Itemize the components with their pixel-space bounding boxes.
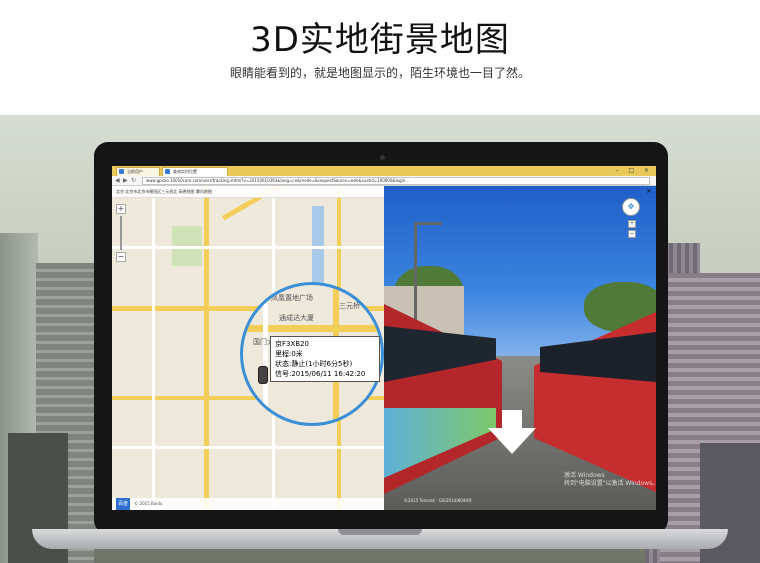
- laptop-screen: 当前用户 查询实时位置 – □ × ◀ ▶ ↻ www.gpsoo.10010c…: [112, 166, 656, 510]
- url-input[interactable]: www.gpsoo.10010care.com/user/tracking.sh…: [142, 177, 650, 185]
- browser-tabbar: 当前用户 查询实时位置 – □ ×: [112, 166, 656, 176]
- map-label-landmark: 凤凰置地广场: [271, 294, 313, 302]
- map-road: [263, 285, 268, 423]
- watermark-title: 激活 Windows: [564, 472, 605, 479]
- map-label-building: 通成达大厦: [279, 314, 314, 322]
- map-copyright: © 2015 Baidu: [134, 501, 163, 506]
- street-zoom-in-button[interactable]: +: [628, 220, 636, 228]
- browser-tab-active[interactable]: 查询实时位置: [162, 167, 228, 176]
- zoom-out-button[interactable]: −: [116, 252, 126, 262]
- street-lamp-arm: [414, 222, 442, 225]
- back-icon[interactable]: ◀: [115, 177, 120, 184]
- address-bar: ◀ ▶ ↻ www.gpsoo.10010care.com/user/track…: [112, 176, 656, 186]
- tab-favicon-icon: [165, 169, 170, 174]
- window-controls[interactable]: – □ ×: [615, 167, 653, 174]
- map-toolbar: 北京·北京市北京市朝阳区三元桥北 高德地图 腾讯地图: [112, 186, 384, 198]
- map-zoom-control: + −: [116, 204, 126, 262]
- page: 3D实地街景地图 眼睛能看到的，就是地图显示的，陌生环境也一目了然。 当前用户 …: [0, 0, 760, 563]
- vehicle-marker-icon[interactable]: [258, 366, 268, 384]
- map-footer: 百度 © 2015 Baidu: [112, 498, 384, 510]
- navigate-arrow-icon[interactable]: [488, 428, 536, 454]
- compass-icon[interactable]: ✥: [622, 198, 640, 216]
- mileage: 里程:0米: [275, 350, 303, 358]
- street-zoom-out-button[interactable]: −: [628, 230, 636, 238]
- street-copyright: ©2015 Tencent · GS(2014)6044号: [404, 498, 472, 503]
- map-road: [204, 186, 209, 510]
- street-zoom-control: + −: [628, 220, 636, 238]
- map-label-sanyuan: 三元桥: [339, 302, 360, 310]
- map-pane[interactable]: 北京·北京市北京市朝阳区三元桥北 高德地图 腾讯地图 + − 凤凰置地广场 三元…: [112, 186, 384, 510]
- reload-icon[interactable]: ↻: [131, 177, 136, 184]
- street-view-pane[interactable]: ✥ + − × 激活 Windows 转到"电脑设置"以激活 Windows。 …: [384, 186, 656, 510]
- close-icon[interactable]: ×: [646, 187, 652, 195]
- zoom-slider[interactable]: [120, 216, 122, 250]
- plate-number: 京F3XB20: [275, 340, 309, 348]
- tab-label: 当前用户: [127, 169, 143, 174]
- hero-subtitle: 眼睛能看到的，就是地图显示的，陌生环境也一目了然。: [229, 66, 530, 80]
- zoom-in-button[interactable]: +: [116, 204, 126, 214]
- laptop-notch: [338, 529, 422, 535]
- watermark-detail: 转到"电脑设置"以激活 Windows。: [564, 480, 656, 487]
- forward-icon[interactable]: ▶: [123, 177, 128, 184]
- browser-tab[interactable]: 当前用户: [116, 167, 160, 176]
- status: 状态:静止(1小时6分5秒): [275, 360, 353, 368]
- map-road: [152, 186, 155, 510]
- baidu-logo: 百度: [116, 498, 131, 510]
- vehicle-info-popup: 京F3XB20 里程:0米 状态:静止(1小时6分5秒) 信号:2015/06/…: [270, 336, 380, 382]
- navigate-arrow-stem[interactable]: [502, 410, 522, 430]
- tab-favicon-icon: [119, 169, 124, 174]
- hero-title: 3D实地街景地图: [250, 20, 510, 60]
- tab-label: 查询实时位置: [173, 169, 197, 174]
- signal-time: 信号:2015/06/11 16:42:20: [275, 370, 366, 378]
- webcam-icon: [380, 155, 385, 160]
- windows-activation-watermark: 激活 Windows 转到"电脑设置"以激活 Windows。: [564, 472, 656, 488]
